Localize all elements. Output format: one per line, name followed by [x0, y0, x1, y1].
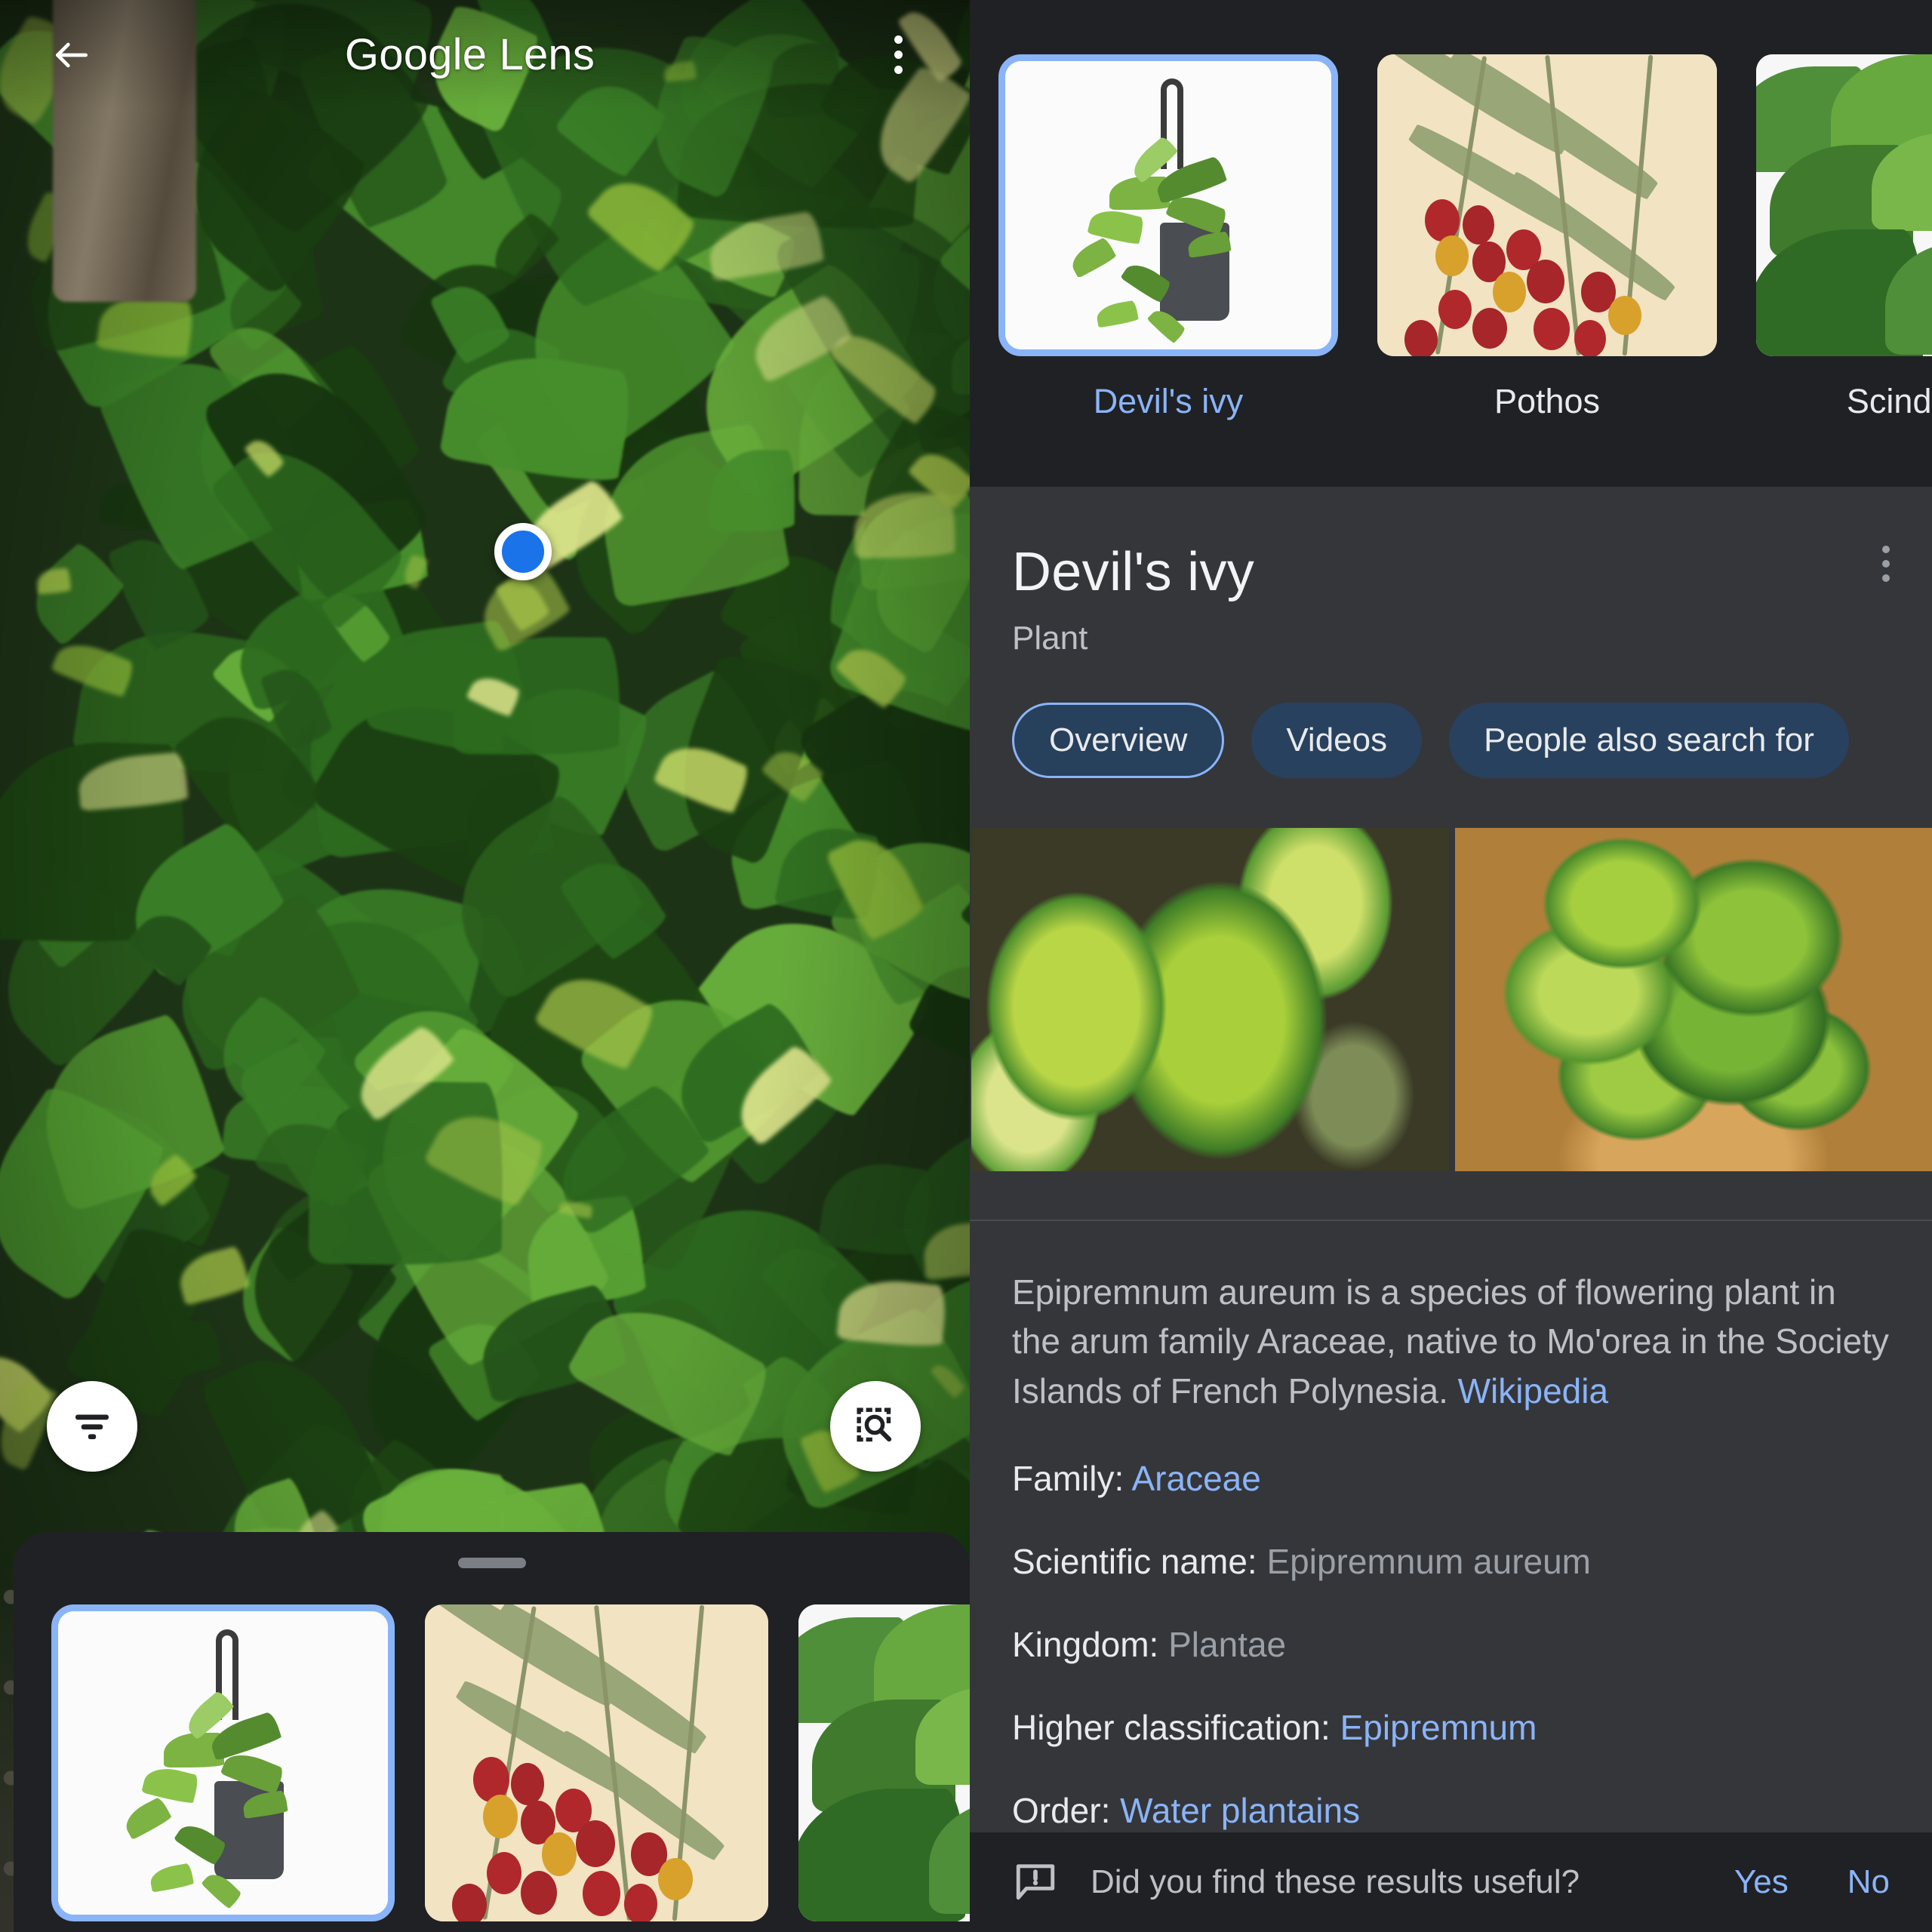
- fact-label: Scientific name:: [1012, 1541, 1257, 1581]
- botanical-illustration-thumbnail: [425, 1604, 768, 1921]
- knowledge-panel: Devil's ivy Plant Overview Videos People…: [970, 487, 1932, 1932]
- carousel-item-devils-ivy[interactable]: Devil's ivy: [998, 54, 1338, 421]
- lens-crop-search-icon: [857, 1407, 892, 1442]
- fact-value[interactable]: Epipremnum: [1340, 1708, 1537, 1747]
- pothos-leaves-thumbnail: [798, 1604, 970, 1921]
- more-vert-icon: [894, 66, 903, 74]
- feedback-bar: Did you find these results useful? Yes N…: [970, 1832, 1932, 1932]
- hanging-plant-thumbnail: [58, 1611, 388, 1915]
- carousel-item-pothos[interactable]: Pothos: [1377, 54, 1717, 421]
- knowledge-image[interactable]: [971, 828, 1449, 1171]
- fact-label: Family:: [1012, 1458, 1124, 1498]
- more-vert-icon: [1882, 574, 1890, 582]
- potted-plant-photo: [1454, 828, 1932, 1171]
- carousel-item-scindapsus[interactable]: Scindapsu: [1756, 54, 1932, 421]
- fact-row-scientific-name: Scientific name: Epipremnum aureum: [1012, 1541, 1890, 1582]
- tab-chip-row: Overview Videos People also search for: [970, 657, 1932, 778]
- lens-camera-pane: Google Lens: [0, 0, 970, 1932]
- fact-row-kingdom: Kingdom: Plantae: [1012, 1624, 1890, 1665]
- feedback-no-button[interactable]: No: [1847, 1863, 1890, 1901]
- tab-overview[interactable]: Overview: [1012, 703, 1225, 778]
- lens-top-bar: Google Lens: [0, 0, 970, 109]
- fact-row-higher-classification: Higher classification: Epipremnum: [1012, 1707, 1890, 1748]
- carousel-item-label: Scindapsu: [1846, 382, 1932, 420]
- carousel-item-label: Devil's ivy: [1093, 382, 1244, 420]
- carousel-thumbnail: [1756, 54, 1932, 356]
- fact-value[interactable]: Water plantains: [1120, 1791, 1360, 1830]
- carousel-thumbnail: [998, 54, 1338, 356]
- selection-point-marker[interactable]: [494, 523, 552, 580]
- filter-icon: [75, 1414, 109, 1440]
- fact-row-family: Family: Araceae: [1012, 1458, 1890, 1499]
- knowledge-panel-header: Devil's ivy Plant: [970, 487, 1932, 657]
- lens-results-pane: Devil's ivy Pothos Scind Devil's ivy Pla…: [970, 0, 1932, 1932]
- pothos-leaves-thumbnail: [1756, 54, 1932, 356]
- drag-handle[interactable]: [457, 1558, 526, 1568]
- fact-value: Plantae: [1168, 1624, 1287, 1664]
- wikipedia-link[interactable]: Wikipedia: [1458, 1371, 1608, 1411]
- list-item[interactable]: [425, 1604, 768, 1921]
- carousel-item-label: Pothos: [1494, 382, 1601, 420]
- fact-value: Epipremnum aureum: [1266, 1541, 1592, 1581]
- variegated-leaves-photo: [971, 828, 1449, 1171]
- entity-type-label: Plant: [1012, 620, 1088, 657]
- knowledge-image[interactable]: [1454, 828, 1932, 1171]
- tab-people-also-search-for[interactable]: People also search for: [1449, 703, 1849, 778]
- hanging-plant-thumbnail: [1005, 61, 1331, 349]
- title-lens: Lens: [499, 30, 595, 79]
- carousel-track: Devil's ivy Pothos Scind: [970, 54, 1932, 421]
- more-vert-icon: [1882, 560, 1890, 568]
- page-title: Google Lens: [74, 29, 866, 80]
- botanical-illustration-thumbnail: [1377, 54, 1717, 356]
- lens-results-bottom-sheet: [14, 1532, 970, 1932]
- feedback-yes-button[interactable]: Yes: [1734, 1863, 1789, 1901]
- carousel-thumbnail: [1377, 54, 1717, 356]
- tab-videos[interactable]: Videos: [1251, 703, 1423, 778]
- more-vert-icon: [894, 35, 903, 44]
- feedback-question: Did you find these results useful?: [1091, 1863, 1580, 1900]
- fact-label: Order:: [1012, 1790, 1111, 1830]
- knowledge-panel-body: Epipremnum aureum is a species of flower…: [970, 1221, 1932, 1831]
- description-text: Epipremnum aureum is a species of flower…: [1012, 1272, 1889, 1411]
- knowledge-panel-more-button[interactable]: [1882, 546, 1890, 582]
- page-title: Devil's ivy: [1012, 542, 1255, 602]
- bottom-thumbnail-strip[interactable]: [14, 1568, 970, 1921]
- related-results-carousel[interactable]: Devil's ivy Pothos Scind: [970, 0, 1932, 487]
- fact-label: Kingdom:: [1012, 1624, 1159, 1664]
- knowledge-image-row: [970, 778, 1932, 1171]
- more-vert-icon: [894, 51, 903, 59]
- filter-button[interactable]: [47, 1381, 137, 1472]
- fact-value[interactable]: Araceae: [1131, 1459, 1260, 1498]
- search-in-image-button[interactable]: [830, 1381, 921, 1472]
- entity-description: Epipremnum aureum is a species of flower…: [1012, 1268, 1890, 1416]
- list-item[interactable]: [798, 1604, 970, 1921]
- fact-label: Higher classification:: [1012, 1707, 1331, 1747]
- more-vert-icon: [1882, 546, 1890, 553]
- list-item[interactable]: [51, 1604, 395, 1921]
- fact-row-order: Order: Water plantains: [1012, 1790, 1890, 1831]
- more-options-button[interactable]: [866, 23, 931, 88]
- title-google: Google: [344, 30, 488, 79]
- feedback-icon: [1016, 1864, 1055, 1900]
- screen-root: Google Lens Devil's ivy Pothos Scind Dev…: [0, 0, 1932, 1932]
